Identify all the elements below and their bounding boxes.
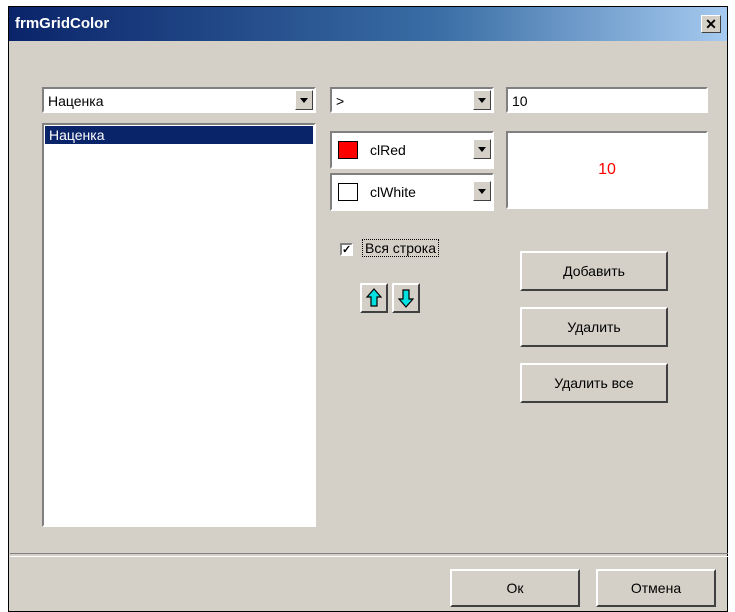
font-color-combo[interactable]: clRed — [330, 131, 494, 169]
back-color-combo-value: clWhite — [370, 184, 416, 200]
color-preview: 10 — [506, 131, 708, 209]
field-combo-value: Наценка — [48, 93, 104, 109]
preview-text: 10 — [598, 161, 616, 178]
value-input-text: 10 — [512, 93, 528, 109]
window-title: frmGridColor — [15, 15, 110, 32]
list-item[interactable]: Наценка — [45, 126, 313, 144]
operator-combo-dropdown-button[interactable] — [473, 90, 491, 110]
arrow-down-icon — [397, 289, 415, 308]
font-color-combo-value: clRed — [370, 142, 406, 158]
checkmark-icon: ✓ — [342, 244, 352, 256]
add-button[interactable]: Добавить — [520, 251, 668, 291]
delete-all-button[interactable]: Удалить все — [520, 363, 668, 403]
operator-combo-value: > — [336, 93, 345, 109]
ok-button[interactable]: Ок — [450, 569, 580, 607]
whole-row-label[interactable]: Вся строка — [362, 239, 440, 257]
whole-row-checkbox[interactable]: ✓ — [340, 243, 353, 256]
font-color-swatch — [338, 141, 358, 159]
delete-button[interactable]: Удалить — [520, 307, 668, 347]
close-button[interactable]: ✕ — [701, 15, 721, 33]
back-color-swatch — [338, 183, 358, 201]
title-bar[interactable]: frmGridColor ✕ — [9, 7, 727, 41]
cancel-button[interactable]: Отмена — [596, 569, 716, 607]
move-up-button[interactable] — [360, 283, 388, 313]
font-color-dropdown-button[interactable] — [473, 139, 491, 159]
field-combo-dropdown-button[interactable] — [295, 90, 313, 110]
move-down-button[interactable] — [392, 283, 420, 313]
arrow-up-icon — [365, 288, 383, 307]
dialog-window: frmGridColor ✕ Наценка Наценка > 10 clRe… — [8, 6, 728, 612]
back-color-combo[interactable]: clWhite — [330, 173, 494, 211]
close-icon: ✕ — [705, 16, 717, 32]
value-input[interactable]: 10 — [506, 87, 708, 113]
bottom-separator — [10, 553, 728, 557]
operator-combo[interactable]: > — [330, 87, 494, 113]
back-color-dropdown-button[interactable] — [473, 181, 491, 201]
field-list[interactable]: Наценка — [42, 123, 316, 527]
dialog-client-area: Наценка Наценка > 10 clRed clWhite 10 ✓ … — [10, 41, 728, 611]
field-combo[interactable]: Наценка — [42, 87, 316, 113]
